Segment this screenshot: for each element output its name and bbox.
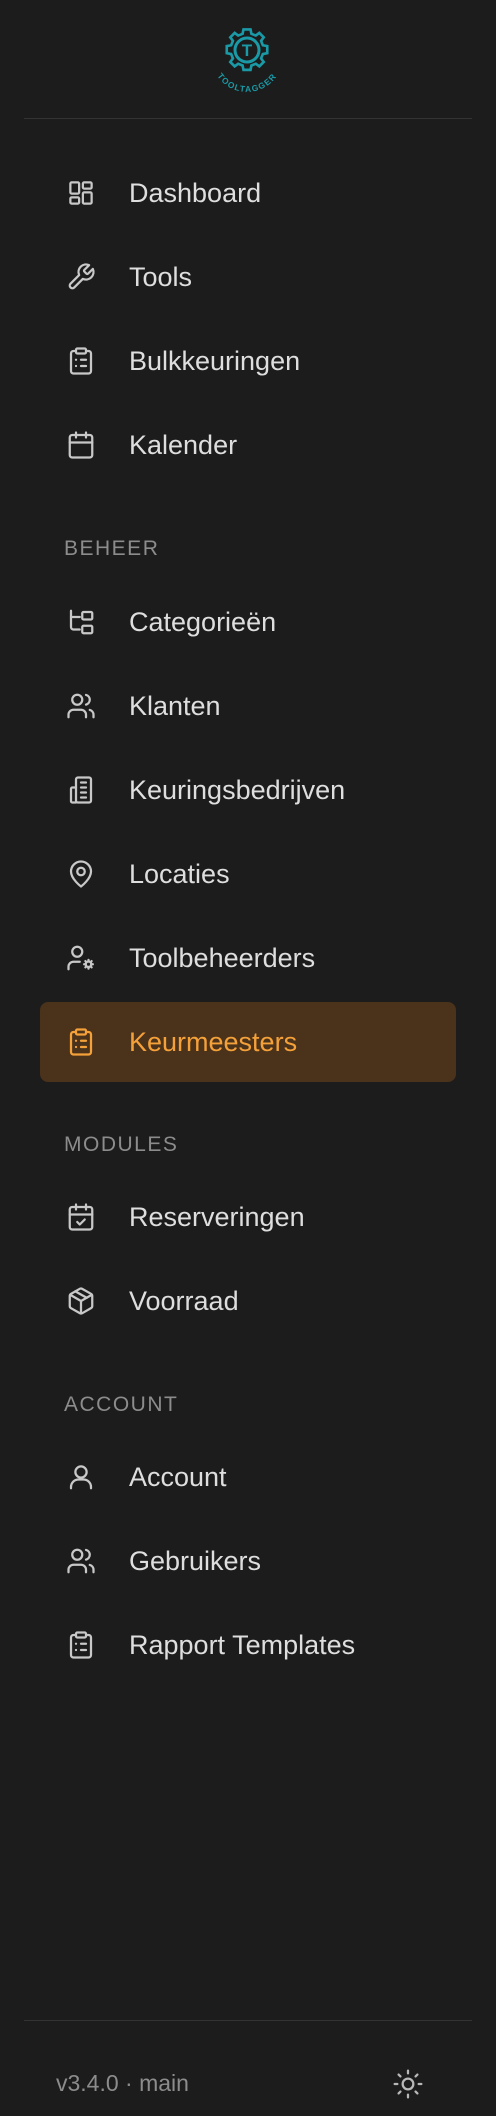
theme-toggle-button[interactable] [392,2068,424,2100]
nav-item-categorieen[interactable]: Categorieën [40,582,456,662]
nav-item-label: Account [129,1462,227,1492]
nav-item-label: Rapport Templates [129,1630,356,1660]
sidebar: T TOOLTAGGER Dashboard Tools Bulkkeuring… [0,0,496,2116]
user-icon [66,1462,96,1492]
section-header-account: ACCOUNT [64,1393,179,1416]
calendar-icon [66,430,96,460]
nav-item-kalender[interactable]: Kalender [40,405,456,485]
top-divider [24,118,472,119]
nav-item-label: Gebruikers [129,1546,262,1576]
dashboard-icon [66,178,96,208]
nav-item-rapport-templates[interactable]: Rapport Templates [40,1605,456,1685]
nav-item-bulkkeuringen[interactable]: Bulkkeuringen [40,321,456,401]
nav-item-keuringsbedrijven[interactable]: Keuringsbedrijven [40,750,456,830]
tooltagger-logo[interactable]: T TOOLTAGGER [201,16,293,108]
clipboard-list-icon [66,1630,96,1660]
nav-item-label: Klanten [129,691,221,721]
nav-item-label: Dashboard [129,178,262,208]
user-cog-icon [66,943,96,973]
nav-item-label: Bulkkeuringen [129,346,301,376]
users-icon [66,691,96,721]
category-tree-icon [66,607,96,637]
logo-letter: T [242,41,253,60]
nav-item-tools[interactable]: Tools [40,237,456,317]
clipboard-list-icon [66,346,96,376]
nav-item-label: Voorraad [129,1286,239,1316]
nav-item-locaties[interactable]: Locaties [40,834,456,914]
building-icon [66,775,96,805]
nav-item-label: Tools [129,262,193,292]
version-label: v3.4.0 · main [56,2070,189,2096]
nav-item-dashboard[interactable]: Dashboard [40,153,456,233]
map-pin-icon [66,859,96,889]
footer-divider [24,2020,472,2021]
svg-text:TOOLTAGGER: TOOLTAGGER [215,71,278,94]
nav-item-reserveringen[interactable]: Reserveringen [40,1177,456,1257]
logo-area: T TOOLTAGGER [0,0,496,118]
nav-item-label: Toolbeheerders [129,943,316,973]
users-icon [66,1546,96,1576]
nav-item-toolbeheerders[interactable]: Toolbeheerders [40,918,456,998]
nav-item-label: Keurmeesters [129,1027,298,1057]
nav-item-label: Locaties [129,859,230,889]
nav-item-klanten[interactable]: Klanten [40,666,456,746]
nav-item-keurmeesters[interactable]: Keurmeesters [40,1002,456,1082]
section-header-modules: MODULES [64,1133,179,1156]
nav-item-label: Kalender [129,430,238,460]
section-header-beheer: BEHEER [64,537,160,560]
nav-item-voorraad[interactable]: Voorraad [40,1261,456,1341]
wrench-icon [66,262,96,292]
calendar-check-icon [66,1202,96,1232]
brand-name: TOOLTAGGER [215,71,277,94]
nav-item-label: Keuringsbedrijven [129,775,346,805]
sidebar-footer: v3.4.0 · main [0,2020,496,2116]
nav-item-account[interactable]: Account [40,1437,456,1517]
nav-item-label: Categorieën [129,607,277,637]
package-icon [66,1286,96,1316]
clipboard-list-icon [66,1027,96,1057]
sun-icon [393,2069,423,2099]
nav-item-label: Reserveringen [129,1202,305,1232]
nav-item-gebruikers[interactable]: Gebruikers [40,1521,456,1601]
